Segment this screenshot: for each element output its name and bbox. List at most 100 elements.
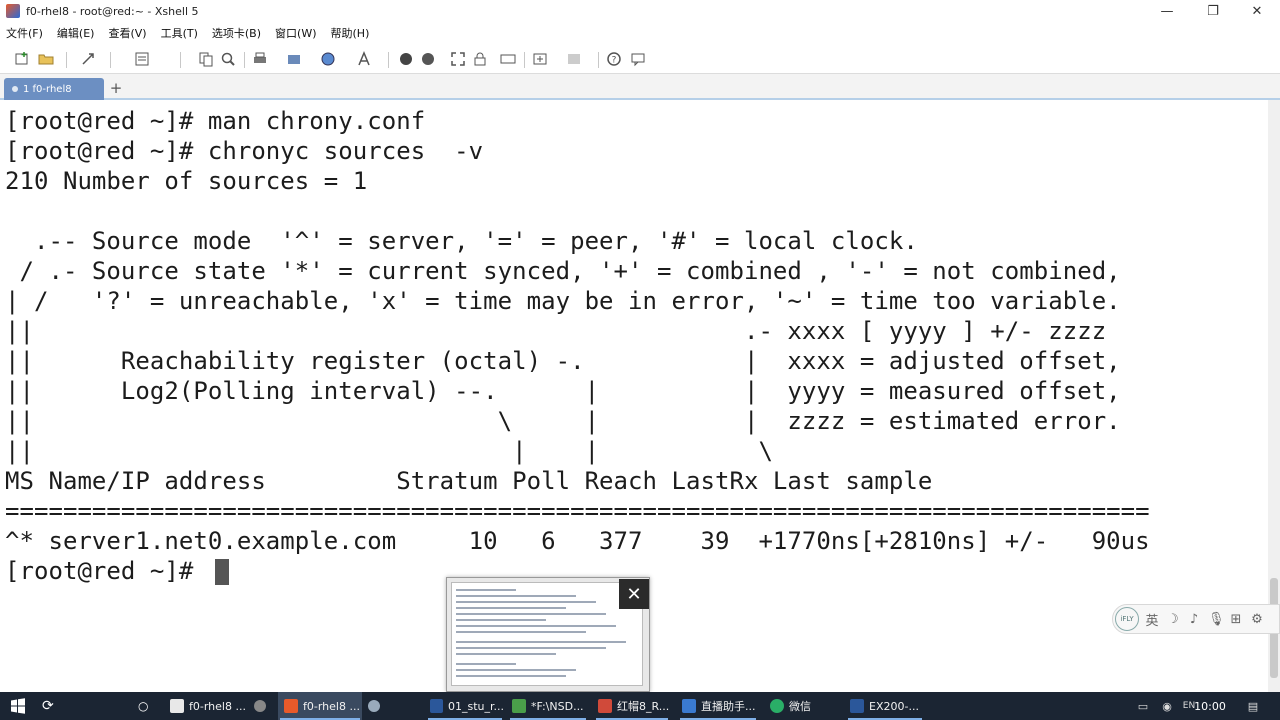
copy-icon[interactable] [198, 51, 214, 67]
windows-logo-icon [11, 698, 25, 714]
tab-status-icon [12, 86, 18, 92]
taskbar-item-f0-rhel8-active[interactable]: f0-rhel8 ... [278, 692, 362, 720]
close-button[interactable]: ✕ [1234, 0, 1280, 22]
notification-icon[interactable]: ▤ [1246, 699, 1260, 713]
menu-help[interactable]: 帮助(H) [331, 25, 370, 41]
app-icon[interactable] [368, 692, 384, 720]
taskbar-item-word[interactable]: 01_stu_r... [426, 692, 504, 720]
restore-button[interactable]: ❐ [1190, 0, 1236, 22]
taskbar-item-label: EX200-... [869, 699, 919, 713]
print-icon[interactable] [252, 51, 268, 67]
task-view-icon[interactable]: ⟳ [42, 692, 62, 720]
terminal-line: .-- Source mode '^' = server, '=' = peer… [5, 227, 918, 255]
pdf-icon [598, 699, 612, 713]
terminal-line: | / '?' = unreachable, 'x' = time may be… [5, 287, 1121, 315]
help-icon[interactable]: ? [606, 51, 622, 67]
tab-f0-rhel8[interactable]: 1 f0-rhel8 [4, 78, 104, 100]
taskbar-item-live-assistant[interactable]: 直播助手... [678, 692, 758, 720]
taskbar-item-redhat[interactable]: 红帽8_R... [594, 692, 670, 720]
xmanager-icon[interactable] [420, 51, 436, 67]
terminal-line: [root@red ~]# chronyc sources -v [5, 137, 484, 165]
terminal-prompt: [root@red ~]# [5, 557, 208, 585]
taskbar-item-label: 01_stu_r... [447, 699, 504, 713]
terminal-line: ^* server1.net0.example.com 10 6 377 39 … [5, 527, 1150, 555]
terminal-cursor [215, 559, 229, 585]
minimize-button[interactable]: — [1144, 0, 1190, 22]
menu-tabs[interactable]: 选项卡(B) [212, 25, 261, 41]
terminal-line: ========================================… [5, 497, 1150, 525]
menu-tools[interactable]: 工具(T) [161, 25, 198, 41]
properties-icon[interactable] [134, 51, 150, 67]
add-tab-button[interactable]: + [106, 78, 126, 98]
terminal-line: || .- xxxx [ yyyy ] +/- zzzz [5, 317, 1107, 345]
taskbar-item-label: f0-rhel8 ... [189, 699, 246, 713]
ifly-moon-icon[interactable]: ☽ [1166, 612, 1180, 627]
globe-icon[interactable] [320, 51, 336, 67]
ifly-tray-icon[interactable]: ◉ [1160, 699, 1174, 713]
ifly-microphone-icon[interactable]: 🎙 [1208, 612, 1225, 627]
new-tab-icon[interactable] [532, 51, 548, 67]
menu-file[interactable]: 文件(F) [6, 25, 43, 41]
windows-taskbar: ⟳ ○ f0-rhel8 ... f0-rhel8 ... 01_stu_r..… [0, 692, 1280, 720]
taskbar-item-wechat[interactable]: 微信 [766, 692, 836, 720]
find-icon[interactable] [220, 51, 236, 67]
terminal-line: MS Name/IP address Stratum Poll Reach La… [5, 467, 933, 495]
taskbar-item-label: f0-rhel8 ... [303, 699, 360, 713]
terminal-line: || | | \ [5, 437, 773, 465]
lock-icon[interactable] [472, 51, 488, 67]
ifly-logo[interactable]: iFLY [1115, 607, 1139, 631]
new-session-icon[interactable] [14, 51, 30, 67]
taskbar-item-label: 微信 [789, 700, 811, 713]
preview-close-button[interactable]: ✕ [619, 579, 649, 609]
ifly-language-button[interactable]: 英 [1145, 610, 1159, 629]
taskbar-item-label: 红帽8_R... [617, 700, 670, 713]
chat-tray-icon[interactable]: ▭ [1136, 699, 1150, 713]
terminal-line: 210 Number of sources = 1 [5, 167, 368, 195]
xshell-icon [284, 699, 298, 713]
live-assistant-icon [682, 699, 696, 713]
window-title: f0-rhel8 - root@red:~ - Xshell 5 [26, 4, 199, 18]
xshell-icon [170, 699, 184, 713]
ifly-input-toolbar: iFLY 英 ☽ ♪ 🎙 ⊞ ⚙ [1112, 604, 1280, 634]
taskbar-clock[interactable]: 10:00 [1186, 692, 1234, 720]
chat-icon[interactable] [630, 51, 646, 67]
menu-window[interactable]: 窗口(W) [275, 25, 316, 41]
taskbar-item-label: *F:\NSD... [531, 699, 584, 713]
xshell-app-icon [6, 4, 20, 18]
tab-label: 1 f0-rhel8 [23, 83, 72, 95]
ifly-keyboard-icon[interactable]: ⊞ [1229, 612, 1243, 627]
toolbar: ? [0, 44, 1280, 74]
word-icon [430, 699, 443, 713]
taskbar-item-ex200[interactable]: EX200-... [846, 692, 924, 720]
start-button[interactable] [10, 692, 30, 720]
terminal-line: || \ | | zzzz = estimated error. [5, 407, 1121, 435]
word-icon [850, 699, 864, 713]
session-tab-bar: 1 f0-rhel8 + [0, 74, 1280, 100]
title-bar: f0-rhel8 - root@red:~ - Xshell 5 — ❐ ✕ [0, 0, 1280, 22]
taskbar-item-f0-rhel8[interactable]: f0-rhel8 ... [164, 692, 248, 720]
reconnect-icon[interactable] [80, 51, 96, 67]
wechat-icon [770, 699, 784, 713]
open-folder-icon[interactable] [38, 51, 54, 67]
svg-text:?: ? [612, 56, 617, 66]
app-icon[interactable] [254, 692, 270, 720]
fullscreen-icon[interactable] [450, 51, 466, 67]
taskbar-item-notepad[interactable]: *F:\NSD... [508, 692, 588, 720]
preview-document [451, 582, 643, 686]
terminal-line: [root@red ~]# man chrony.conf [5, 107, 426, 135]
cortana-icon[interactable]: ○ [138, 692, 152, 720]
menu-bar: 文件(F) 编辑(E) 查看(V) 工具(T) 选项卡(B) 窗口(W) 帮助(… [0, 22, 1280, 44]
menu-edit[interactable]: 编辑(E) [57, 25, 95, 41]
layout-icon[interactable] [566, 51, 582, 67]
terminal-line: || Reachability register (octal) -. | xx… [5, 347, 1121, 375]
ifly-punctuation-icon[interactable]: ♪ [1187, 612, 1201, 627]
transfer-icon[interactable] [286, 51, 302, 67]
notepad-icon [512, 699, 526, 713]
taskbar-item-label: 直播助手... [701, 700, 756, 713]
ifly-settings-icon[interactable]: ⚙ [1250, 612, 1264, 627]
terminal-line: / .- Source state '*' = current synced, … [5, 257, 1121, 285]
font-icon[interactable] [356, 51, 372, 67]
xftp-icon[interactable] [398, 51, 414, 67]
menu-view[interactable]: 查看(V) [108, 25, 146, 41]
keyboard-icon[interactable] [500, 51, 516, 67]
